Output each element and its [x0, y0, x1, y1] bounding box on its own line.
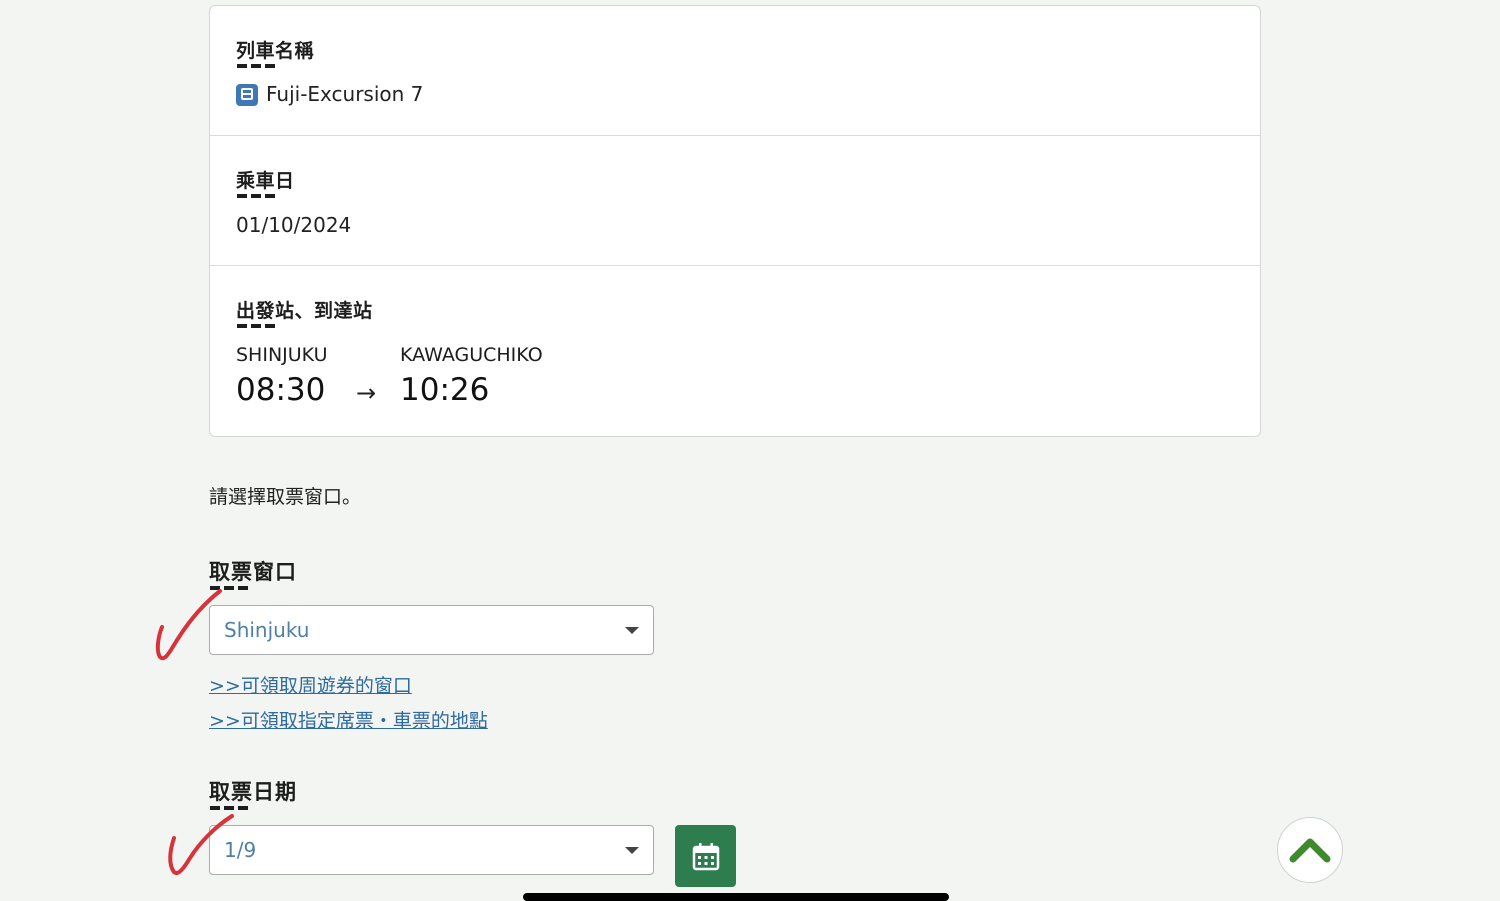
ride-date-label: 乘車日 [236, 170, 295, 192]
caret-down-icon [625, 627, 639, 634]
pickup-window-select[interactable]: Shinjuku [209, 605, 654, 655]
pickup-date-label: 取票日期 [209, 780, 297, 804]
scroll-to-top-button[interactable] [1277, 817, 1343, 883]
instruction-text: 請選擇取票窗口。 [209, 486, 362, 508]
departure-time: 08:30 [236, 372, 326, 408]
train-name-section: 列車名稱 Fuji-Excursion 7 [210, 6, 1260, 136]
ride-date-value: 01/10/2024 [236, 213, 352, 237]
calendar-button[interactable] [675, 825, 736, 887]
train-name-label: 列車名稱 [236, 40, 315, 62]
arrival-station: KAWAGUCHIKO [400, 344, 543, 366]
route-label: 出發站、到達站 [236, 300, 373, 322]
handwritten-checkmark-icon [168, 814, 234, 875]
pickup-date-select[interactable]: 1/9 [209, 825, 654, 875]
ride-date-section: 乘車日 01/10/2024 [210, 136, 1260, 266]
train-name-value: Fuji-Excursion 7 [266, 82, 424, 106]
label-underline [237, 324, 275, 328]
pass-pickup-windows-link[interactable]: >>可領取周遊券的窗口 [209, 671, 412, 698]
label-underline [237, 64, 275, 68]
arrival-time: 10:26 [400, 372, 490, 408]
ticket-summary-card: 列車名稱 Fuji-Excursion 7 乘車日 01/10/2024 出發站… [209, 5, 1261, 437]
departure-station: SHINJUKU [236, 344, 328, 366]
pickup-window-label: 取票窗口 [209, 560, 297, 584]
train-icon [236, 84, 258, 106]
handwritten-checkmark-icon [155, 589, 222, 661]
route-section: 出發站、到達站 SHINJUKU 08:30 → KAWAGUCHIKO 10:… [210, 266, 1260, 436]
reserved-ticket-pickup-locations-link[interactable]: >>可領取指定席票・車票的地點 [209, 706, 488, 733]
label-underline [237, 194, 275, 198]
pickup-window-selected-value: Shinjuku [224, 618, 310, 642]
calendar-icon [692, 843, 720, 871]
chevron-up-icon [1289, 838, 1331, 863]
route-arrow: → [356, 379, 377, 407]
caret-down-icon [625, 847, 639, 854]
